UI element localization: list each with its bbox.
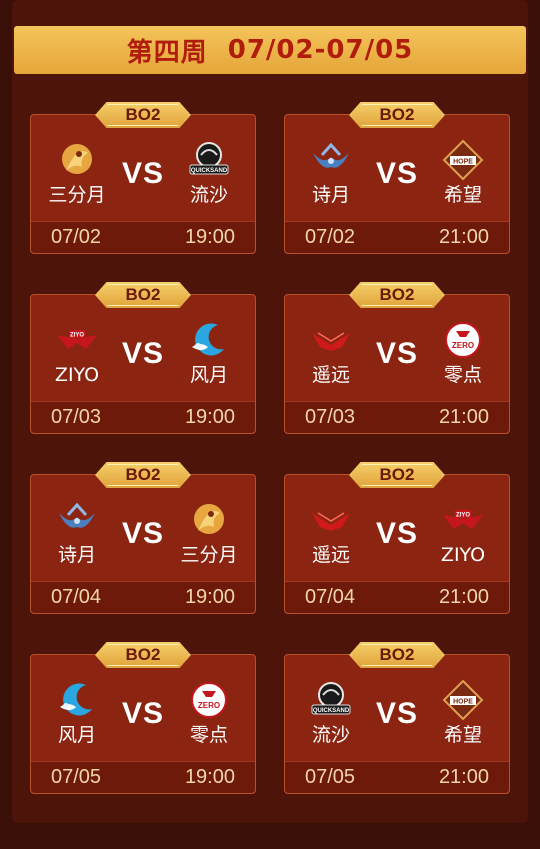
match-time-bar: 07/04 19:00 [31,581,255,613]
format-badge: BO2 [349,642,445,668]
away-team-name: 三分月 [180,544,238,566]
match-time: 21:00 [438,766,489,788]
format-badge: BO2 [349,102,445,128]
match-card[interactable]: BO2 遥远 VS ZIYO ZIYO 07/04 21:00 [284,462,510,614]
away-team-name: 零点 [189,724,228,746]
away-team: ZIYO ZIYO [423,499,503,567]
fengyue-logo-icon [188,319,230,361]
match-card[interactable]: BO2 风月 VS ZERO 零点 07/05 19:00 [30,642,256,794]
match-time: 21:00 [438,586,489,608]
week-label: 第四周 [126,37,208,68]
format-badge: BO2 [95,282,191,308]
match-date: 07/02 [51,226,102,248]
match-card[interactable]: BO2 遥远 VS ZERO 零点 07/03 21:00 [284,282,510,434]
away-team: ZERO 零点 [423,319,503,387]
match-card[interactable]: BO2 ZIYO ZIYO VS 风月 07/03 19:00 [30,282,256,434]
match-time: 19:00 [184,406,235,428]
match-date: 07/04 [305,586,356,608]
match-time: 19:00 [184,586,235,608]
match-time: 19:00 [184,766,235,788]
match-time: 21:00 [438,406,489,428]
away-team-name: 希望 [443,724,482,746]
match-date: 07/03 [51,406,102,428]
away-team: 风月 [169,319,249,387]
match-date: 07/05 [305,766,356,788]
zero-logo-icon: ZERO [442,319,484,361]
match-card[interactable]: BO2 QUICKSAND 流沙 VS HOPE 希望 07/05 21:00 [284,642,510,794]
away-team: HOPE 希望 [423,139,503,207]
match-time-bar: 07/03 21:00 [285,401,509,433]
match-time: 19:00 [184,226,235,248]
match-date: 07/04 [51,586,102,608]
away-team-name: 希望 [443,184,482,206]
hope-logo-icon: HOPE [442,679,484,721]
hope-logo-text: HOPE [453,699,473,706]
match-time-bar: 07/03 19:00 [31,401,255,433]
quicksand-logo-icon: QUICKSAND [188,139,230,181]
format-badge: BO2 [349,462,445,488]
match-time: 21:00 [438,226,489,248]
away-team: 三分月 [169,499,249,567]
week-header: 第四周 07/02-07/05 [14,26,526,74]
format-badge: BO2 [95,462,191,488]
ziyo-logo-text: ZIYO [456,513,470,519]
away-team-name: 零点 [443,364,482,386]
sanfenyue-logo-icon [188,499,230,541]
hope-logo-icon: HOPE [442,139,484,181]
match-card[interactable]: BO2 诗月 VS HOPE 希望 07/02 21:00 [284,102,510,254]
format-badge: BO2 [95,102,191,128]
week-range: 07/02-07/05 [227,35,414,65]
match-time-bar: 07/05 19:00 [31,761,255,793]
match-date: 07/03 [305,406,356,428]
match-time-bar: 07/04 21:00 [285,581,509,613]
quicksand-logo-text: QUICKSAND [191,168,228,174]
match-date: 07/02 [305,226,356,248]
match-card[interactable]: BO2 诗月 VS 三分月 07/04 19:00 [30,462,256,614]
away-team: QUICKSAND 流沙 [169,139,249,207]
away-team-name: 风月 [189,364,228,386]
match-date: 07/05 [51,766,102,788]
match-time-bar: 07/05 21:00 [285,761,509,793]
away-team-name: 流沙 [189,184,228,206]
zero-logo-text: ZERO [198,701,220,710]
away-team: HOPE 希望 [423,679,503,747]
hope-logo-text: HOPE [453,159,473,166]
match-time-bar: 07/02 19:00 [31,221,255,253]
match-time-bar: 07/02 21:00 [285,221,509,253]
away-team-name: ZIYO [440,544,486,566]
match-card[interactable]: BO2 三分月 VS QUICKSAND 流沙 07/02 19:00 [30,102,256,254]
zero-logo-icon: ZERO [188,679,230,721]
zero-logo-text: ZERO [452,341,474,350]
format-badge: BO2 [349,282,445,308]
ziyo-logo-icon: ZIYO [442,499,484,541]
format-badge: BO2 [95,642,191,668]
away-team: ZERO 零点 [169,679,249,747]
